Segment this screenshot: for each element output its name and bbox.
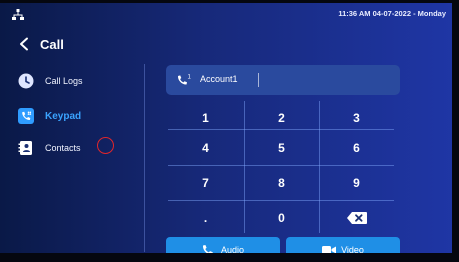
sidebar-item-contacts[interactable]: Contacts [18, 137, 81, 159]
phone-keypad-icon [18, 108, 34, 124]
bezel [0, 0, 459, 3]
sidebar-item-call-logs[interactable]: Call Logs [18, 70, 83, 92]
key-4[interactable]: 4 [168, 131, 243, 164]
key-1[interactable]: 1 [168, 101, 243, 134]
clock-icon [18, 73, 34, 89]
sidebar-item-label: Keypad [45, 110, 82, 122]
sidebar-item-label: Contacts [45, 143, 81, 153]
network-icon [12, 9, 24, 20]
annotation-circle [97, 137, 114, 154]
page-title: Call [40, 36, 64, 52]
backspace-icon [346, 211, 367, 224]
sidebar-divider [144, 64, 145, 252]
key-2[interactable]: 2 [244, 101, 319, 134]
sidebar-item-keypad[interactable]: Keypad [18, 105, 81, 127]
key-8[interactable]: 8 [244, 166, 319, 199]
key-0[interactable]: 0 [244, 201, 319, 234]
back-button[interactable]: Call [18, 33, 98, 55]
account-name: Account1 [200, 74, 238, 84]
bezel [452, 0, 459, 262]
sidebar-item-label: Call Logs [45, 76, 83, 86]
keypad: 1 2 3 4 5 6 7 8 9 . 0 [168, 101, 394, 233]
line-number: 1 [188, 75, 192, 81]
backspace-button[interactable] [319, 201, 394, 234]
time-date: 11:36 AM 04-07-2022 - Monday [338, 9, 446, 18]
chevron-left-icon [20, 37, 28, 51]
bezel [0, 253, 459, 262]
key-9[interactable]: 9 [319, 166, 394, 199]
key-dot[interactable]: . [168, 201, 243, 234]
key-3[interactable]: 3 [319, 101, 394, 134]
status-bar: 11:36 AM 04-07-2022 - Monday [0, 3, 452, 25]
contacts-book-icon [18, 140, 34, 156]
key-5[interactable]: 5 [244, 131, 319, 164]
text-cursor [258, 73, 259, 87]
account-field[interactable]: 1 Account1 [166, 65, 400, 95]
key-7[interactable]: 7 [168, 166, 243, 199]
key-6[interactable]: 6 [319, 131, 394, 164]
phone-line-icon: 1 [177, 75, 192, 85]
